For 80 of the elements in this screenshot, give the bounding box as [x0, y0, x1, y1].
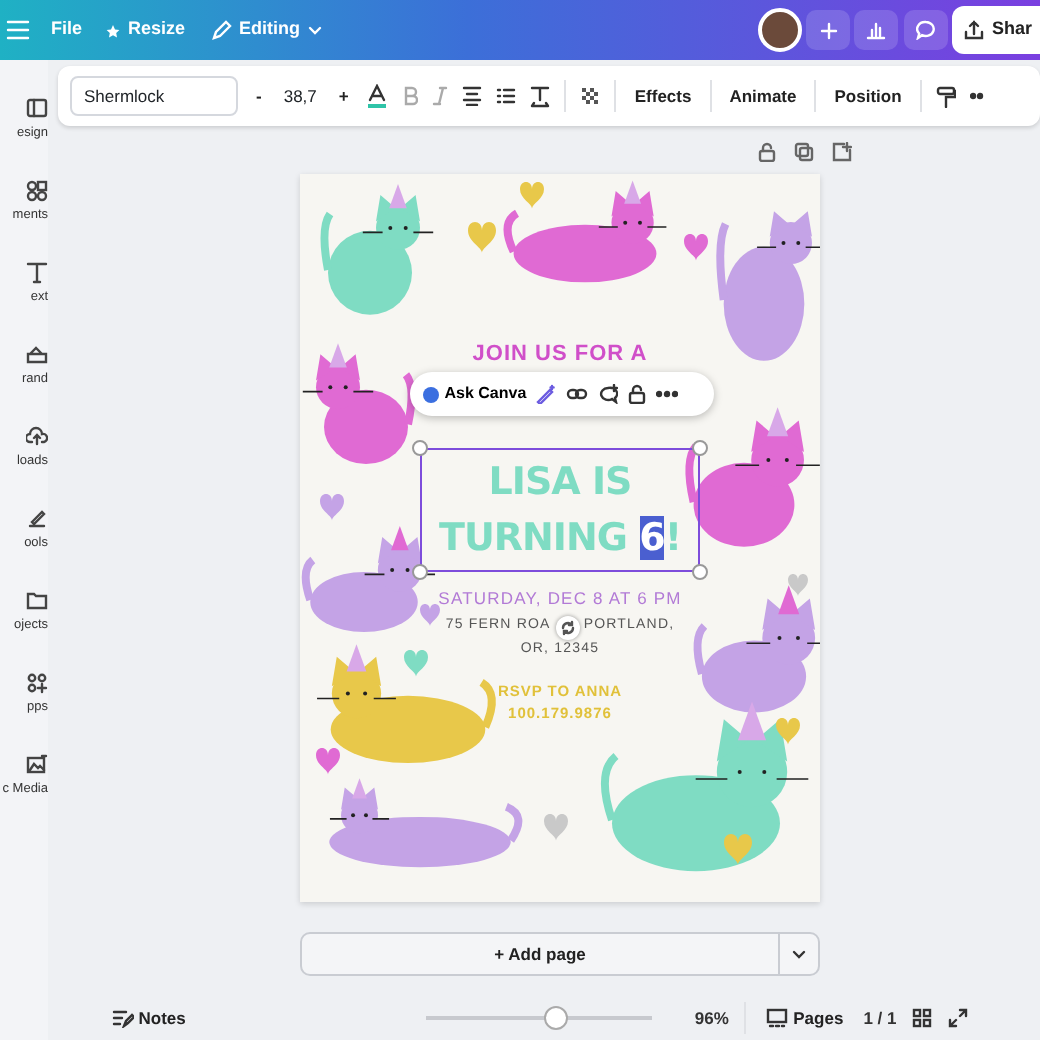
analytics-button[interactable] — [854, 10, 899, 50]
pencil-icon — [209, 19, 232, 41]
slider-thumb[interactable] — [544, 1006, 569, 1030]
event-date: SATURDAY, DEC 8 AT 6 PM — [438, 585, 682, 611]
align-center-icon[interactable] — [462, 86, 483, 106]
heart-drawing — [788, 574, 808, 596]
effects-button[interactable]: Effects — [630, 83, 696, 109]
text-color-icon[interactable] — [366, 84, 389, 108]
cat-drawing — [685, 407, 820, 547]
grid-view-icon[interactable] — [912, 1008, 933, 1028]
notes-icon — [112, 1008, 134, 1028]
editing-menu-button[interactable]: Editing — [197, 12, 335, 48]
zoom-percentage: 96% — [694, 1005, 729, 1031]
decrease-size-button[interactable]: - — [252, 83, 266, 109]
upload-icon — [963, 20, 984, 40]
more-icon[interactable] — [969, 92, 986, 100]
add-page-icon[interactable] — [832, 142, 852, 162]
tools-icon — [26, 508, 48, 531]
link-icon[interactable] — [566, 386, 589, 402]
heart-drawing — [724, 834, 752, 865]
invitation-title[interactable]: TURNING 6! — [438, 509, 681, 565]
increase-size-button[interactable]: + — [334, 83, 353, 109]
brand-icon — [26, 344, 48, 367]
pages-button[interactable]: Pages — [762, 1005, 848, 1031]
notes-button[interactable]: Notes — [108, 1005, 190, 1031]
duplicate-icon[interactable] — [794, 142, 814, 162]
heart-drawing — [420, 604, 440, 626]
magic-pen-icon[interactable] — [536, 384, 557, 404]
sparkle-icon — [422, 385, 440, 403]
bar-chart-icon — [866, 20, 887, 40]
heart-drawing — [684, 234, 708, 261]
font-size-field[interactable]: 38,7 — [279, 76, 321, 116]
heart-drawing — [320, 494, 344, 521]
fullscreen-icon[interactable] — [948, 1008, 969, 1028]
share-button[interactable]: Shar — [951, 6, 1040, 54]
more-icon[interactable] — [656, 390, 679, 398]
spacing-icon[interactable] — [530, 85, 551, 107]
list-icon[interactable] — [496, 86, 517, 106]
caret-icon — [308, 25, 323, 35]
heart-drawing — [544, 814, 568, 841]
heart-drawing — [520, 182, 544, 209]
page-count: 1 / 1 — [863, 1005, 897, 1031]
add-page-button[interactable]: + Add page — [302, 934, 778, 974]
text-icon — [26, 262, 48, 285]
comment-add-icon[interactable] — [598, 384, 619, 404]
chevron-down-icon — [792, 949, 806, 960]
invitation-heading: JOIN US FOR A — [472, 340, 648, 370]
cat-drawing — [301, 526, 436, 632]
projects-icon — [26, 590, 48, 613]
paint-roller-icon[interactable] — [935, 85, 956, 107]
rotate-icon — [559, 619, 576, 635]
plus-icon — [819, 21, 838, 39]
heart-drawing — [468, 222, 496, 253]
rotate-handle[interactable] — [555, 615, 580, 639]
elements-icon — [26, 180, 48, 203]
avatar-circle[interactable] — [757, 8, 802, 52]
apps-icon — [26, 672, 48, 695]
heart-drawing — [776, 718, 800, 745]
font-field[interactable]: Shermlock — [70, 76, 238, 116]
media-icon — [26, 754, 48, 777]
add-collaborator-button[interactable] — [806, 10, 851, 50]
cat-drawing — [302, 343, 416, 465]
speech-bubble-icon — [915, 20, 936, 40]
pages-icon — [766, 1008, 789, 1028]
transparency-icon[interactable] — [580, 86, 601, 106]
heart-drawing — [404, 650, 428, 677]
design-icon — [26, 98, 48, 121]
star-icon — [106, 23, 121, 37]
comment-button[interactable] — [903, 10, 948, 50]
heart-drawing — [316, 748, 340, 775]
resize-handle[interactable] — [412, 439, 428, 455]
position-button[interactable]: Position — [830, 83, 906, 109]
lock-icon[interactable] — [628, 384, 647, 404]
uploads-icon — [26, 426, 48, 449]
cat-drawing — [320, 184, 434, 315]
resize-handle[interactable] — [692, 439, 708, 455]
animate-button[interactable]: Animate — [725, 83, 801, 109]
resize-handle[interactable] — [692, 563, 708, 579]
ask-canva-button[interactable]: Ask Canva — [422, 382, 527, 406]
menu-icon[interactable] — [6, 20, 30, 40]
